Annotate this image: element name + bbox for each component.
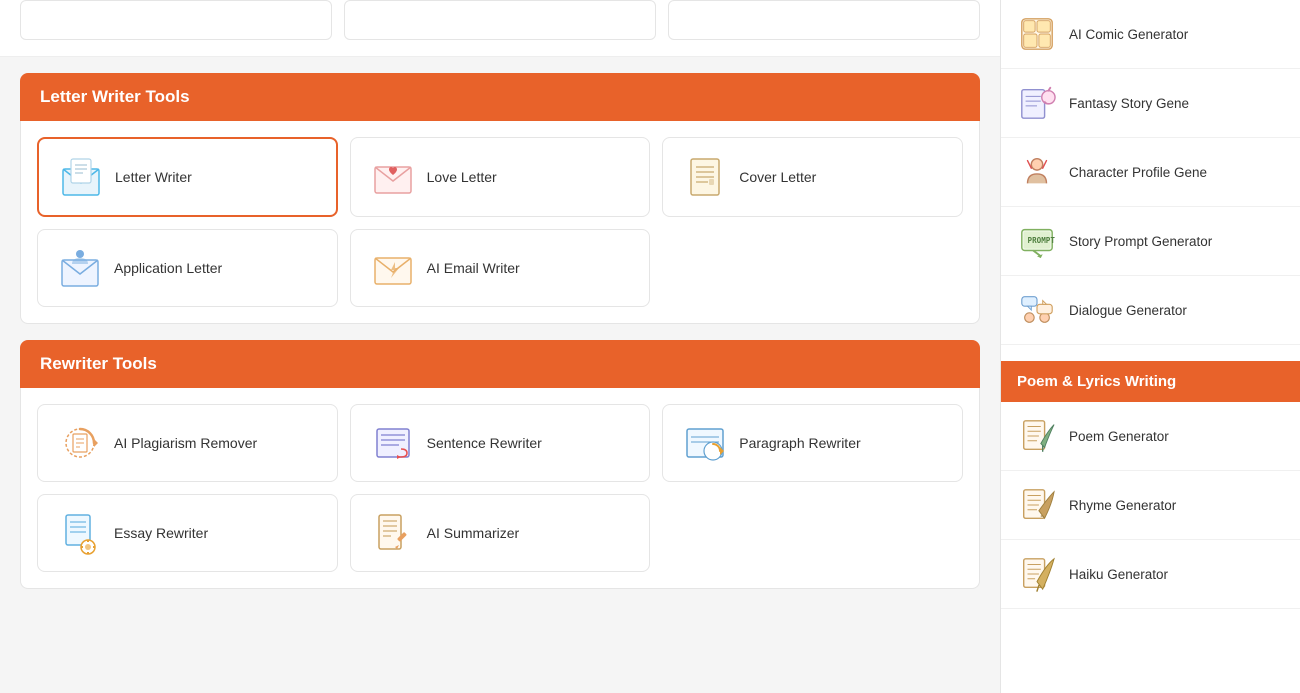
sidebar-haiku-generator-label: Haiku Generator: [1069, 567, 1168, 582]
ai-email-icon: [371, 246, 415, 290]
poem-section-header: Poem & Lyrics Writing: [1001, 361, 1300, 402]
rewriter-section-header: Rewriter Tools: [20, 340, 980, 388]
poem-generator-icon: [1017, 416, 1057, 456]
tool-card-ai-email[interactable]: AI Email Writer: [350, 229, 651, 307]
letter-writer-section: Letter Writer Tools: [20, 73, 980, 324]
sidebar-item-ai-comic[interactable]: AI Comic Generator: [1001, 0, 1300, 69]
love-letter-icon: [371, 155, 415, 199]
haiku-generator-icon: [1017, 554, 1057, 594]
tool-card-application-letter[interactable]: Application Letter: [37, 229, 338, 307]
sidebar-poem-generator-label: Poem Generator: [1069, 429, 1169, 444]
cover-letter-icon: [683, 155, 727, 199]
ai-summarizer-icon: [371, 511, 415, 555]
main-content: Letter Writer Tools: [0, 0, 1000, 693]
tool-card-ai-plagiarism[interactable]: AI Plagiarism Remover: [37, 404, 338, 482]
sidebar-item-story-prompt[interactable]: PROMPT Story Prompt Generator: [1001, 207, 1300, 276]
love-letter-label: Love Letter: [427, 168, 497, 186]
sidebar-item-fantasy-story[interactable]: Fantasy Story Gene: [1001, 69, 1300, 138]
ai-summarizer-label: AI Summarizer: [427, 524, 520, 542]
top-cards-area: [0, 0, 1000, 57]
tool-card-letter-writer[interactable]: Letter Writer: [37, 137, 338, 217]
top-card-2[interactable]: [344, 0, 656, 40]
application-letter-label: Application Letter: [114, 259, 222, 277]
rewriter-section: Rewriter Tools: [20, 340, 980, 589]
tool-card-ai-summarizer[interactable]: AI Summarizer: [350, 494, 651, 572]
top-card-3[interactable]: [668, 0, 980, 40]
sidebar-ai-comic-label: AI Comic Generator: [1069, 27, 1188, 42]
sidebar-item-haiku-generator[interactable]: Haiku Generator: [1001, 540, 1300, 609]
ai-plagiarism-label: AI Plagiarism Remover: [114, 434, 257, 452]
application-letter-icon: [58, 246, 102, 290]
letter-writer-icon: [59, 155, 103, 199]
sidebar-item-rhyme-generator[interactable]: Rhyme Generator: [1001, 471, 1300, 540]
rewriter-section-body: AI Plagiarism Remover Sentence Rewriter: [20, 388, 980, 589]
sidebar: AI Comic Generator Fantasy Story Gene: [1000, 0, 1300, 693]
sidebar-fantasy-story-label: Fantasy Story Gene: [1069, 96, 1189, 111]
rhyme-generator-icon: [1017, 485, 1057, 525]
sidebar-item-dialogue[interactable]: Dialogue Generator: [1001, 276, 1300, 345]
tool-card-sentence-rewriter[interactable]: Sentence Rewriter: [350, 404, 651, 482]
story-prompt-icon: PROMPT: [1017, 221, 1057, 261]
tool-card-paragraph-rewriter[interactable]: Paragraph Rewriter: [662, 404, 963, 482]
essay-rewriter-label: Essay Rewriter: [114, 524, 208, 542]
top-card-1[interactable]: [20, 0, 332, 40]
sentence-rewriter-label: Sentence Rewriter: [427, 434, 542, 452]
ai-comic-icon: [1017, 14, 1057, 54]
cover-letter-label: Cover Letter: [739, 168, 816, 186]
paragraph-rewriter-label: Paragraph Rewriter: [739, 434, 860, 452]
letter-section-header: Letter Writer Tools: [20, 73, 980, 121]
sidebar-item-poem-generator[interactable]: Poem Generator: [1001, 402, 1300, 471]
sentence-rewriter-icon: [371, 421, 415, 465]
svg-text:PROMPT: PROMPT: [1028, 236, 1056, 245]
character-profile-icon: [1017, 152, 1057, 192]
sidebar-story-items: AI Comic Generator Fantasy Story Gene: [1001, 0, 1300, 345]
tool-card-love-letter[interactable]: Love Letter: [350, 137, 651, 217]
sidebar-rhyme-generator-label: Rhyme Generator: [1069, 498, 1176, 513]
tool-card-essay-rewriter[interactable]: Essay Rewriter: [37, 494, 338, 572]
dialogue-icon: [1017, 290, 1057, 330]
sidebar-character-profile-label: Character Profile Gene: [1069, 165, 1207, 180]
paragraph-rewriter-icon: [683, 421, 727, 465]
ai-plagiarism-icon: [58, 421, 102, 465]
letter-section-body: Letter Writer Love Letter: [20, 121, 980, 324]
tool-card-cover-letter[interactable]: Cover Letter: [662, 137, 963, 217]
sidebar-item-character-profile[interactable]: Character Profile Gene: [1001, 138, 1300, 207]
fantasy-story-icon: [1017, 83, 1057, 123]
sidebar-dialogue-label: Dialogue Generator: [1069, 303, 1187, 318]
sidebar-story-prompt-label: Story Prompt Generator: [1069, 234, 1212, 249]
ai-email-label: AI Email Writer: [427, 259, 520, 277]
essay-rewriter-icon: [58, 511, 102, 555]
letter-writer-label: Letter Writer: [115, 168, 192, 186]
